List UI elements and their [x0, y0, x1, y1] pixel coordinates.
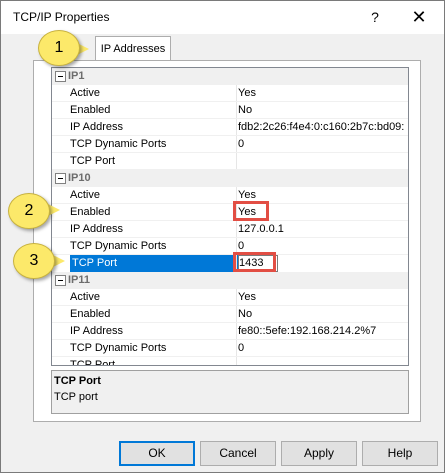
- category-label: IP11: [68, 274, 91, 286]
- callout-3: 3: [13, 243, 55, 279]
- property-label: TCP Dynamic Ports: [70, 240, 167, 252]
- apply-button[interactable]: Apply: [281, 441, 357, 466]
- property-row-selected[interactable]: TCP Port 1433: [52, 255, 408, 272]
- property-label: Enabled: [70, 104, 111, 116]
- property-label: TCP Port: [70, 255, 238, 272]
- property-value[interactable]: [238, 153, 408, 170]
- highlight-box-tcp-port: [233, 252, 276, 272]
- property-label: IP Address: [70, 223, 123, 235]
- property-row[interactable]: IP Address 127.0.0.1: [52, 221, 408, 238]
- property-value[interactable]: No: [238, 306, 408, 323]
- property-label: Active: [70, 189, 100, 201]
- callout-2: 2: [8, 193, 50, 229]
- tab-ip-addresses[interactable]: IP Addresses: [95, 36, 171, 61]
- property-label: TCP Dynamic Ports: [70, 138, 167, 150]
- property-label: Enabled: [70, 308, 111, 320]
- title-bar: TCP/IP Properties ? ✕: [1, 1, 444, 34]
- property-row[interactable]: TCP Dynamic Ports 0: [52, 340, 408, 357]
- property-value[interactable]: [238, 357, 408, 365]
- category-ip1[interactable]: IP1: [52, 68, 408, 85]
- collapse-icon[interactable]: [55, 71, 66, 82]
- collapse-icon[interactable]: [55, 275, 66, 286]
- ok-button[interactable]: OK: [119, 441, 195, 466]
- vertical-scrollbar[interactable]: ▲ ▼: [408, 68, 409, 365]
- help-button[interactable]: Help: [362, 441, 438, 466]
- property-value[interactable]: No: [238, 102, 408, 119]
- property-grid[interactable]: IP1 Active Yes Enabled No IP Address fdb2:2…: [51, 67, 409, 366]
- property-row[interactable]: Enabled No: [52, 306, 408, 323]
- property-row[interactable]: Enabled No: [52, 102, 408, 119]
- property-value[interactable]: Yes: [238, 289, 408, 306]
- category-ip10[interactable]: IP10: [52, 170, 408, 187]
- highlight-box-enabled: [233, 201, 269, 221]
- property-value[interactable]: fdb2:2c26:f4e4:0:c160:2b7c:bd09:: [238, 119, 408, 136]
- category-label: IP1: [68, 70, 85, 82]
- property-row[interactable]: Active Yes: [52, 289, 408, 306]
- property-row[interactable]: IP Address fe80::5efe:192.168.214.2%7: [52, 323, 408, 340]
- category-label: IP10: [68, 172, 91, 184]
- property-row[interactable]: TCP Port: [52, 153, 408, 170]
- description-text: TCP port: [54, 391, 98, 403]
- property-label: IP Address: [70, 325, 123, 337]
- property-label: Enabled: [70, 206, 111, 218]
- property-row[interactable]: TCP Dynamic Ports 0: [52, 238, 408, 255]
- property-row[interactable]: Active Yes: [52, 85, 408, 102]
- property-row[interactable]: TCP Port: [52, 357, 408, 366]
- property-value[interactable]: Yes: [238, 85, 408, 102]
- callout-1: 1: [38, 30, 80, 66]
- help-icon[interactable]: ?: [363, 7, 387, 27]
- property-row[interactable]: IP Address fdb2:2c26:f4e4:0:c160:2b7c:bd0…: [52, 119, 408, 136]
- property-row[interactable]: Enabled Yes: [52, 204, 408, 221]
- property-label: TCP Port: [70, 359, 116, 366]
- description-panel: TCP Port TCP port: [51, 370, 409, 414]
- property-value[interactable]: fe80::5efe:192.168.214.2%7: [238, 323, 408, 340]
- property-row[interactable]: Active Yes: [52, 187, 408, 204]
- collapse-icon[interactable]: [55, 173, 66, 184]
- property-label: Active: [70, 291, 100, 303]
- property-value[interactable]: 127.0.0.1: [238, 221, 408, 238]
- cancel-button[interactable]: Cancel: [200, 441, 276, 466]
- close-icon[interactable]: ✕: [405, 6, 433, 28]
- window-title: TCP/IP Properties: [13, 10, 110, 24]
- property-label: Active: [70, 87, 100, 99]
- property-row[interactable]: TCP Dynamic Ports 0: [52, 136, 408, 153]
- property-label: IP Address: [70, 121, 123, 133]
- property-label: TCP Port: [70, 155, 116, 167]
- description-title: TCP Port: [54, 375, 101, 387]
- category-ip11[interactable]: IP11: [52, 272, 408, 289]
- property-label: TCP Dynamic Ports: [70, 342, 167, 354]
- property-value[interactable]: 0: [238, 340, 408, 357]
- property-value[interactable]: 0: [238, 136, 408, 153]
